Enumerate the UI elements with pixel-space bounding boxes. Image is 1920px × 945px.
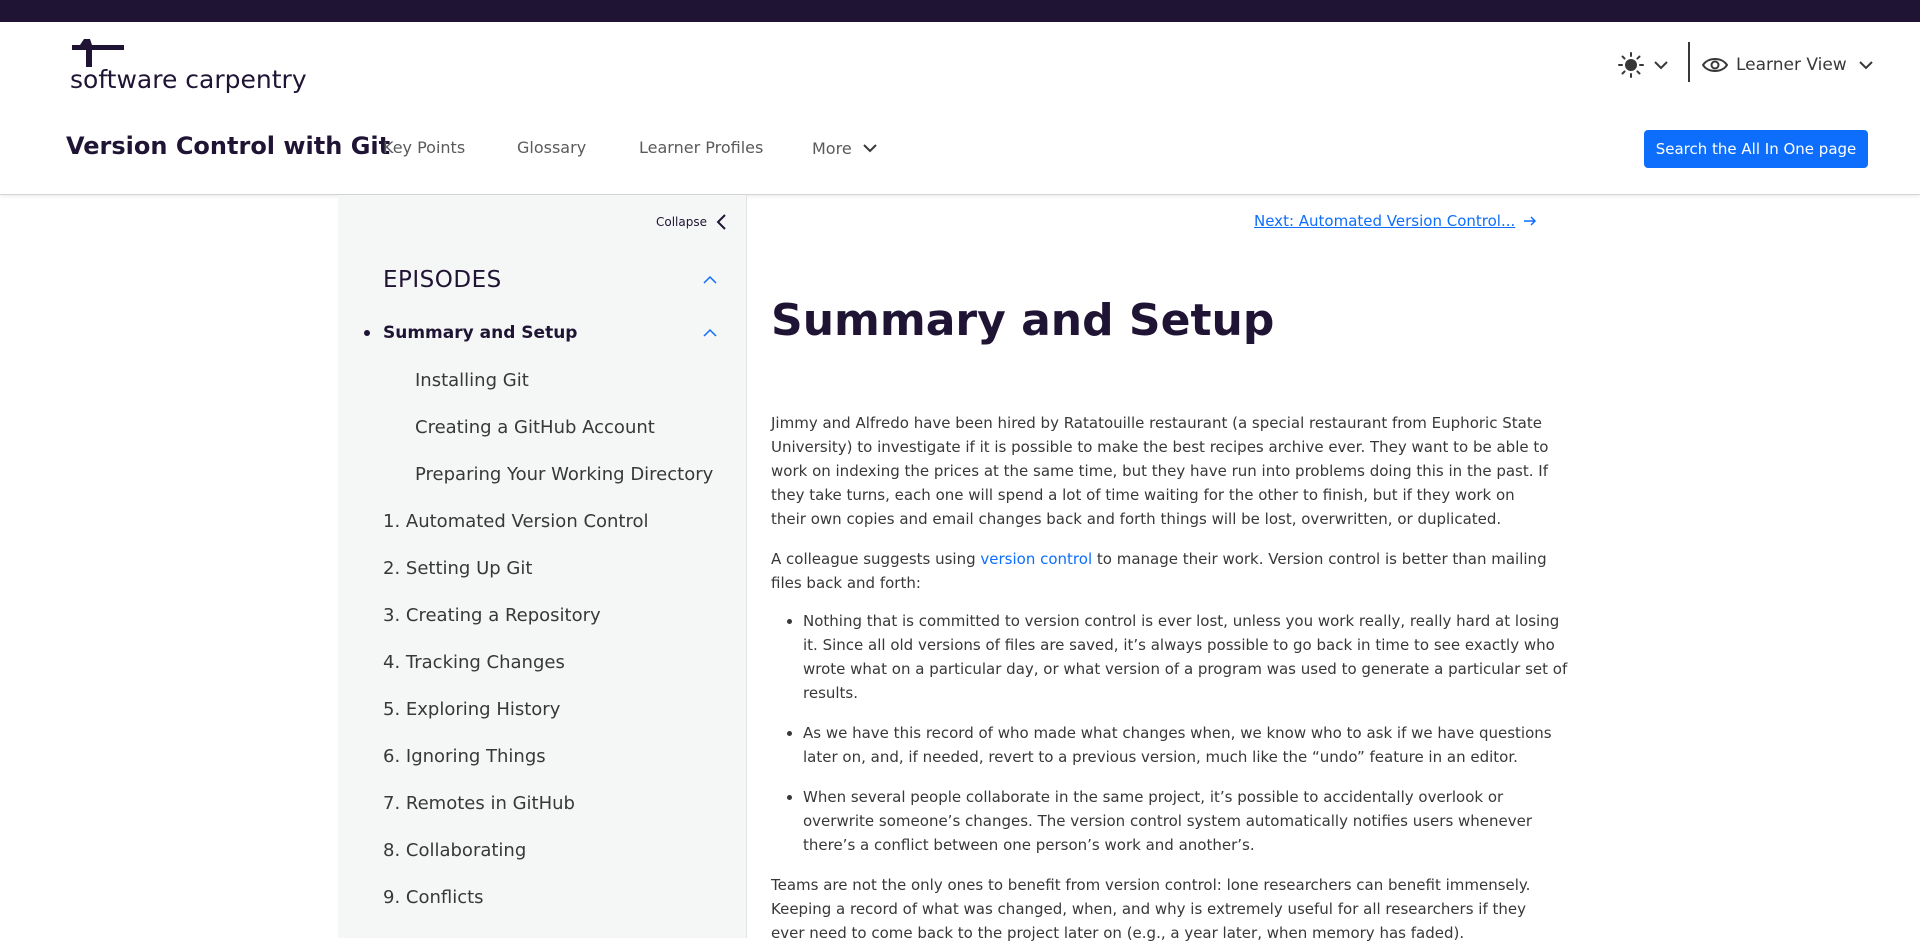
search-all-in-one-button[interactable]: Search the All In One page xyxy=(1644,130,1868,168)
sidebar-subitem-installing-git[interactable]: Installing Git xyxy=(415,370,529,391)
collapse-sidebar-button[interactable]: Collapse xyxy=(656,213,729,231)
sidebar-item-episode-9[interactable]: 9. Conflicts xyxy=(383,887,484,908)
sidebar-item-episode-5[interactable]: 5. Exploring History xyxy=(383,699,560,720)
list-item: Nothing that is committed to version con… xyxy=(803,609,1578,705)
nav-link-learner-profiles[interactable]: Learner Profiles xyxy=(639,138,763,157)
sidebar-item-episode-8[interactable]: 8. Collaborating xyxy=(383,840,526,861)
chevron-up-icon xyxy=(703,275,717,284)
main-nav: Version Control with Git Key Points Glos… xyxy=(0,122,1920,195)
sidebar-subitem-working-directory[interactable]: Preparing Your Working Directory xyxy=(415,464,713,485)
intro-paragraph: Jimmy and Alfredo have been hired by Rat… xyxy=(771,414,1549,528)
chevron-left-icon xyxy=(716,214,726,230)
arrow-right-icon xyxy=(1524,216,1537,226)
benefits-list: Nothing that is committed to version con… xyxy=(771,609,1578,873)
page-title: Summary and Setup xyxy=(771,295,1275,346)
nav-link-key-points[interactable]: Key Points xyxy=(383,138,465,157)
eye-icon xyxy=(1702,58,1728,72)
next-episode-link[interactable]: Next: Automated Version Control... xyxy=(1254,212,1537,230)
header-divider xyxy=(1688,42,1690,82)
software-carpentry-logo[interactable]: software carpentry xyxy=(68,37,308,94)
nav-more-label: More xyxy=(812,138,852,158)
chevron-down-icon xyxy=(862,144,877,153)
list-item: When several people collaborate in the s… xyxy=(803,785,1578,857)
closing-paragraph: Teams are not the only ones to benefit f… xyxy=(771,876,1531,942)
suggestion-text-before: A colleague suggests using xyxy=(771,550,981,568)
brand-header: software carpentry Learner View xyxy=(0,22,1920,122)
bullet-icon xyxy=(364,330,370,336)
chevron-up-icon xyxy=(703,328,717,337)
site-title[interactable]: Version Control with Git xyxy=(66,132,390,160)
sidebar-item-current[interactable]: Summary and Setup xyxy=(364,323,718,343)
next-episode-label: Next: Automated Version Control... xyxy=(1254,212,1516,230)
logo-text: software carpentry xyxy=(70,65,307,94)
view-selector[interactable]: Learner View xyxy=(1702,49,1877,81)
view-selector-label: Learner View xyxy=(1736,55,1847,75)
chevron-down-icon xyxy=(1859,61,1873,70)
list-item: As we have this record of who made what … xyxy=(803,721,1578,769)
sidebar-item-episode-1[interactable]: 1. Automated Version Control xyxy=(383,511,649,532)
suggestion-paragraph: A colleague suggests using version contr… xyxy=(771,547,1551,595)
sun-icon xyxy=(1618,52,1644,78)
version-control-link[interactable]: version control xyxy=(980,550,1092,568)
nav-link-glossary[interactable]: Glossary xyxy=(517,138,586,157)
episodes-sidebar: Collapse EPISODES Summary and Setup Inst… xyxy=(338,195,747,938)
episodes-heading: EPISODES xyxy=(383,267,502,293)
current-episode-label: Summary and Setup xyxy=(383,323,578,343)
theme-toggle[interactable] xyxy=(1618,49,1674,81)
sidebar-item-episode-4[interactable]: 4. Tracking Changes xyxy=(383,652,565,673)
nav-more-dropdown[interactable]: More xyxy=(812,138,880,158)
collapse-label: Collapse xyxy=(656,215,707,229)
current-episode: Summary and Setup xyxy=(364,323,577,343)
chevron-down-icon xyxy=(1654,61,1668,70)
hammer-icon xyxy=(72,39,124,67)
top-accent-bar xyxy=(0,0,1920,22)
sidebar-item-episode-2[interactable]: 2. Setting Up Git xyxy=(383,558,532,579)
sidebar-item-episode-7[interactable]: 7. Remotes in GitHub xyxy=(383,793,575,814)
sidebar-item-episode-3[interactable]: 3. Creating a Repository xyxy=(383,605,601,626)
sidebar-subitem-github-account[interactable]: Creating a GitHub Account xyxy=(415,417,655,438)
sidebar-item-episode-6[interactable]: 6. Ignoring Things xyxy=(383,746,546,767)
episodes-header[interactable]: EPISODES xyxy=(383,267,718,293)
